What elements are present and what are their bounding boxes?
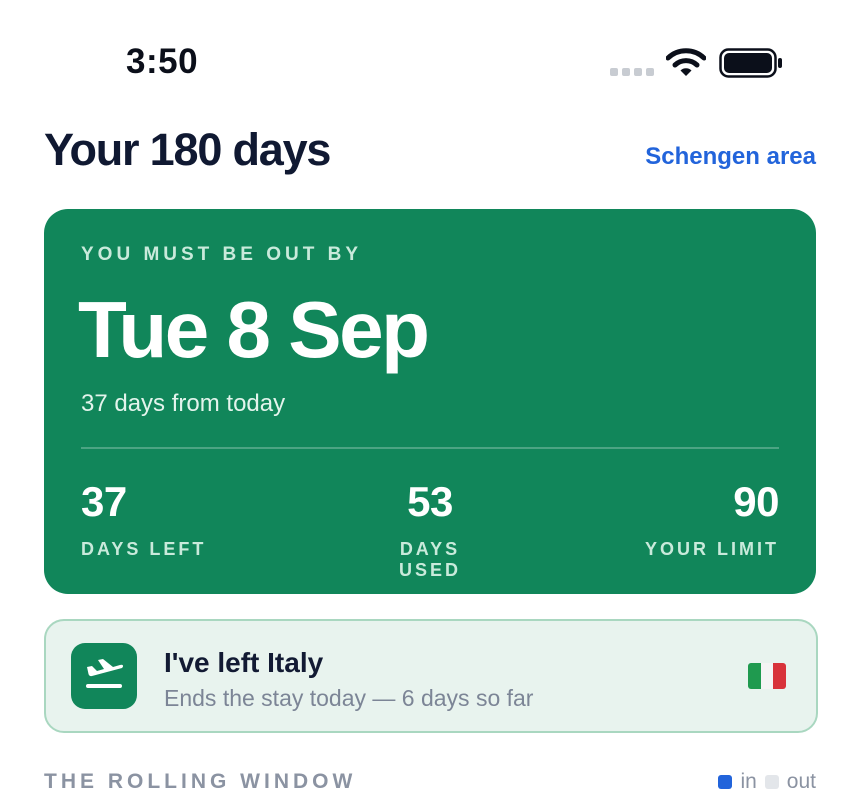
deadline-subtitle: 37 days from today [81,390,286,417]
trip-subtitle: Ends the stay today — 6 days so far [164,685,534,711]
airplane-departure-icon [71,643,137,709]
page-title: Your 180 days [44,124,331,175]
legend-swatch-out [764,775,779,789]
deadline-eyebrow: YOU MUST BE OUT BY [81,244,363,265]
rolling-window-legend: in out [718,770,816,794]
stat-value: 37 [81,478,127,525]
stat-value: 53 [407,478,453,525]
card-divider [81,447,779,449]
stat-label: YOUR LIMIT [645,539,779,559]
stat-days-used: 53 DAYS USED [365,481,495,581]
left-country-button[interactable]: I've left Italy Ends the stay today — 6 … [44,619,818,733]
rolling-window-title: THE ROLLING WINDOW [44,770,357,793]
stat-days-left: 37 DAYS LEFT [81,481,206,560]
trip-title: I've left Italy [164,647,324,678]
status-time: 3:50 [126,42,199,81]
stat-value: 90 [733,478,779,525]
stat-your-limit: 90 YOUR LIMIT [645,478,780,560]
italy-flag-icon [748,663,786,689]
legend-label-out: out [786,770,816,793]
region-link[interactable]: Schengen area [645,143,816,171]
legend-swatch-in [718,775,733,789]
deadline-card: YOU MUST BE OUT BY Tue 8 Sep 37 days fro… [44,209,816,594]
wifi-icon [666,48,706,76]
battery-icon [719,48,782,78]
deadline-date: Tue 8 Sep [78,285,430,374]
cellular-signal-icon [610,68,654,76]
legend-label-in: in [740,770,757,793]
stat-label: DAYS USED [398,539,461,580]
stat-label: DAYS LEFT [81,539,207,559]
